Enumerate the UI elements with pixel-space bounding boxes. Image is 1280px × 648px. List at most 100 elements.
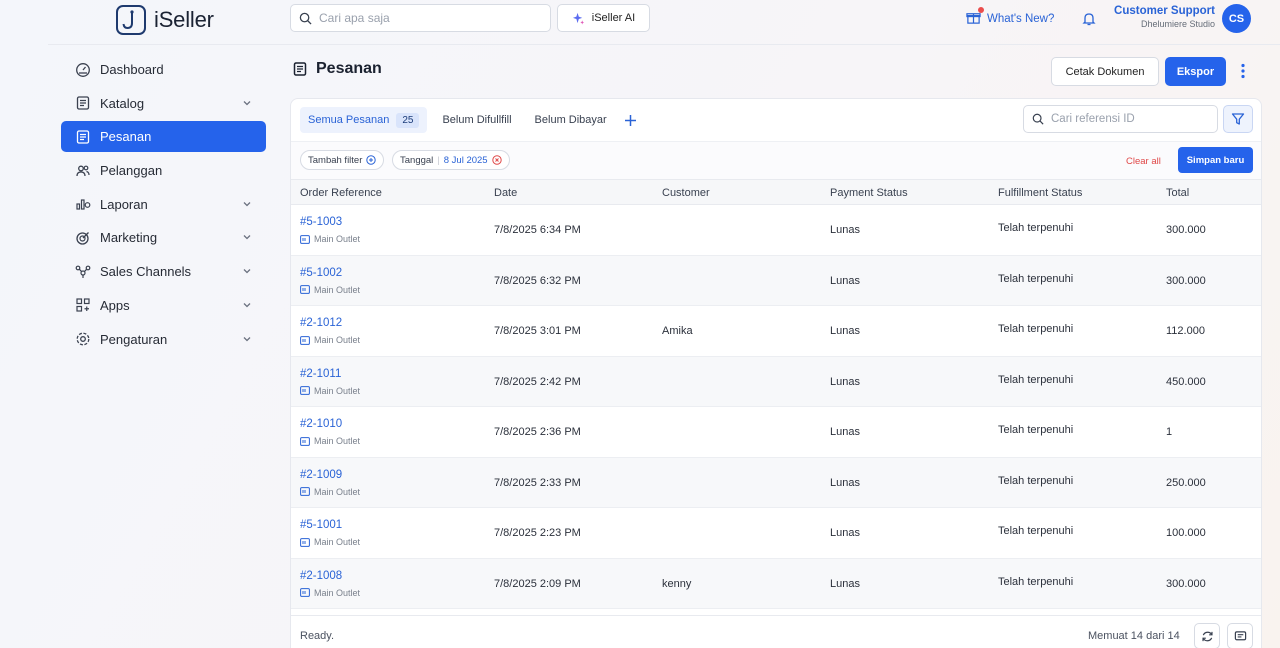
payment-status: Lunas: [830, 426, 860, 438]
orders-panel: Semua Pesanan 25 Belum Difullfill Belum …: [290, 98, 1262, 648]
whats-new-link[interactable]: What's New?: [966, 7, 1054, 28]
outlet-label: Main Outlet: [300, 335, 360, 345]
chevron-down-icon: [243, 336, 251, 341]
outlet-label: Main Outlet: [300, 537, 360, 547]
brand-logo[interactable]: iSeller: [116, 5, 214, 35]
brand-mark-icon: [116, 5, 146, 35]
table-header: Order Reference Date Customer Payment St…: [291, 179, 1261, 205]
order-reference-link[interactable]: #2-1011: [300, 368, 341, 380]
fulfillment-status: Telah terpenuhi: [998, 222, 1074, 234]
column-header-customer[interactable]: Customer: [662, 187, 710, 199]
table-row[interactable]: #2-1008 Main Outlet 7/8/2025 2:09 PM kenny L…: [291, 558, 1261, 609]
table-row[interactable]: #5-1003 Main Outlet 7/8/2025 6:34 PM Lunas T…: [291, 205, 1261, 256]
iseller-ai-button[interactable]: iSeller AI: [557, 4, 650, 32]
iseller-ai-label: iSeller AI: [591, 12, 636, 24]
fulfillment-status: Telah terpenuhi: [998, 424, 1074, 436]
store-icon: [300, 285, 310, 294]
chip-separator: |: [437, 154, 440, 166]
outlet-name: Main Outlet: [314, 587, 361, 598]
outlet-name: Main Outlet: [314, 537, 361, 547]
order-total: 300.000: [1166, 224, 1206, 236]
refresh-button[interactable]: [1194, 623, 1220, 648]
reference-search-input[interactable]: [1051, 113, 1201, 125]
table-row[interactable]: #5-1001 Main Outlet 7/8/2025 2:23 PM Lunas T…: [291, 508, 1261, 559]
sparkle-icon: [572, 12, 584, 24]
table-row[interactable]: #5-1002 Main Outlet 7/8/2025 6:32 PM Lunas T…: [291, 255, 1261, 306]
order-reference-link[interactable]: #5-1002: [300, 267, 342, 279]
order-reference-link[interactable]: #2-1012: [300, 317, 342, 329]
payment-status: Lunas: [830, 375, 860, 388]
order-reference-link[interactable]: #2-1008: [300, 570, 342, 582]
customer-name: kenny: [662, 577, 692, 590]
order-reference-link[interactable]: #2-1009: [300, 469, 342, 481]
table-row[interactable]: #2-1011 Main Outlet 7/8/2025 2:42 PM Lunas T…: [291, 356, 1261, 407]
search-icon: [299, 12, 312, 25]
date-filter-label: Tanggal: [400, 154, 434, 166]
fulfillment-status: Telah terpenuhi: [998, 323, 1074, 335]
column-header-payment-status[interactable]: Payment Status: [830, 187, 908, 199]
column-header-date[interactable]: Date: [494, 187, 517, 199]
order-reference-link[interactable]: #2-1010: [300, 418, 342, 430]
avatar[interactable]: CS: [1222, 4, 1251, 33]
sidebar-item-marketing[interactable]: Marketing: [61, 222, 266, 253]
tab-belum-dibayar[interactable]: Belum Dibayar: [527, 107, 615, 133]
add-tab-icon[interactable]: [624, 114, 637, 127]
save-new-button[interactable]: Simpan baru: [1178, 147, 1253, 173]
sidebar-item-laporan[interactable]: Laporan: [61, 189, 266, 220]
table-row[interactable]: #2-1010 Main Outlet 7/8/2025 2:36 PM Lunas T…: [291, 407, 1261, 458]
print-document-button[interactable]: Cetak Dokumen: [1051, 57, 1159, 86]
order-total: 450.000: [1166, 375, 1206, 388]
sidebar-item-apps[interactable]: Apps: [61, 290, 266, 321]
remove-circle-icon[interactable]: [491, 155, 502, 165]
gift-icon: [966, 7, 984, 28]
sidebar-item-pengaturan[interactable]: Pengaturan: [61, 324, 266, 355]
global-search-input[interactable]: [319, 11, 519, 25]
filter-bar: Tambah filter Tanggal | 8 Jul 2025 Clear…: [291, 141, 1261, 179]
store-icon: [300, 234, 310, 244]
tab-semua-pesanan[interactable]: Semua Pesanan 25: [300, 107, 428, 133]
sidebar-item-pesanan[interactable]: Pesanan: [61, 121, 266, 153]
payment-status: Lunas: [830, 527, 860, 539]
order-reference-link[interactable]: #5-1003: [300, 216, 342, 228]
fulfillment-status: Telah terpenuhi: [998, 575, 1074, 588]
add-filter-chip[interactable]: Tambah filter: [300, 150, 385, 170]
date-filter-chip[interactable]: Tanggal | 8 Jul 2025: [392, 150, 510, 170]
comment-button[interactable]: [1227, 623, 1253, 648]
clear-all-link[interactable]: Clear all: [1126, 156, 1161, 167]
order-date: 7/8/2025 2:42 PM: [494, 375, 581, 388]
sidebar-item-label: Marketing: [100, 230, 158, 246]
store-icon: [300, 588, 310, 597]
sidebar-item-dashboard[interactable]: Dashboard: [61, 54, 266, 85]
order-date: 7/8/2025 6:34 PM: [494, 224, 581, 236]
fulfillment-status: Telah terpenuhi: [998, 272, 1074, 285]
global-search[interactable]: [290, 4, 551, 32]
account-info[interactable]: Customer Support Dhelumiere Studio: [1114, 5, 1215, 29]
table-row[interactable]: #2-1012 Main Outlet 7/8/2025 3:01 PM Amika L…: [291, 306, 1261, 357]
store-icon: [300, 386, 310, 395]
column-header-order-reference[interactable]: Order Reference: [300, 187, 382, 199]
store-icon: [300, 436, 310, 446]
chevron-down-icon: [243, 269, 251, 274]
order-total: 300.000: [1166, 274, 1206, 287]
export-button[interactable]: Ekspor: [1165, 57, 1226, 86]
sidebar-item-pelanggan[interactable]: Pelanggan: [61, 155, 266, 186]
sidebar-item-sales-channels[interactable]: Sales Channels: [61, 256, 266, 287]
sidebar-item-katalog[interactable]: Katalog: [61, 88, 266, 119]
bell-icon[interactable]: [1082, 11, 1096, 31]
message-icon: [1234, 630, 1246, 640]
table-row[interactable]: #2-1009 Main Outlet 7/8/2025 2:33 PM Lunas T…: [291, 457, 1261, 508]
order-total: 100.000: [1166, 527, 1206, 539]
sidebar-item-label: Sales Channels: [100, 264, 192, 280]
order-date: 7/8/2025 2:23 PM: [494, 527, 581, 539]
order-reference-link[interactable]: #5-1001: [300, 519, 342, 531]
column-header-total[interactable]: Total: [1166, 187, 1189, 199]
tab-belum-difullfill[interactable]: Belum Difullfill: [434, 107, 519, 133]
payment-status: Lunas: [830, 274, 860, 287]
outlet-label: Main Outlet: [300, 588, 360, 598]
reference-search[interactable]: [1023, 105, 1218, 133]
order-total: 1: [1166, 426, 1173, 438]
sidebar-item-label: Apps: [100, 297, 130, 313]
column-header-fulfillment-status[interactable]: Fulfillment Status: [998, 187, 1082, 199]
more-options-icon[interactable]: [1241, 63, 1245, 84]
filter-button[interactable]: [1223, 105, 1253, 133]
